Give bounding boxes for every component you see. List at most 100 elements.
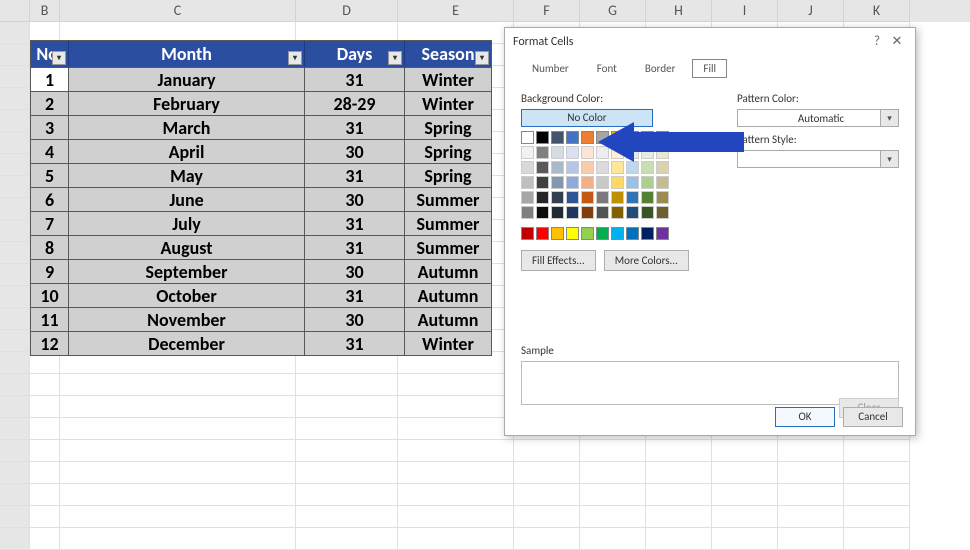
cell[interactable]	[712, 484, 778, 506]
table-cell[interactable]: February	[69, 91, 305, 115]
color-swatch[interactable]	[521, 191, 534, 204]
cell[interactable]	[712, 506, 778, 528]
table-cell[interactable]: 5	[31, 163, 69, 187]
color-swatch[interactable]	[581, 227, 594, 240]
color-swatch[interactable]	[611, 146, 624, 159]
color-swatch[interactable]	[581, 191, 594, 204]
cell[interactable]	[30, 462, 60, 484]
table-cell[interactable]: 31	[305, 163, 405, 187]
cell[interactable]	[580, 462, 646, 484]
table-cell[interactable]: Autumn	[405, 307, 491, 331]
color-swatch[interactable]	[611, 176, 624, 189]
column-header[interactable]: I	[712, 0, 778, 22]
color-swatch[interactable]	[596, 176, 609, 189]
cell[interactable]	[296, 374, 398, 396]
color-swatch[interactable]	[551, 131, 564, 144]
table-cell[interactable]: 10	[31, 283, 69, 307]
color-swatch[interactable]	[641, 146, 654, 159]
cell[interactable]	[60, 462, 296, 484]
cell[interactable]	[296, 440, 398, 462]
table-cell[interactable]: Winter	[405, 91, 491, 115]
color-swatch[interactable]	[536, 206, 549, 219]
color-swatch[interactable]	[536, 176, 549, 189]
color-swatch[interactable]	[566, 131, 579, 144]
color-swatch[interactable]	[536, 191, 549, 204]
cell[interactable]	[844, 440, 910, 462]
color-swatch[interactable]	[566, 227, 579, 240]
color-swatch[interactable]	[566, 161, 579, 174]
column-header[interactable]: E	[398, 0, 514, 22]
cell[interactable]	[60, 418, 296, 440]
column-header[interactable]: D	[296, 0, 398, 22]
column-header[interactable]: C	[60, 0, 296, 22]
cell[interactable]	[30, 528, 60, 550]
cell[interactable]	[60, 528, 296, 550]
table-cell[interactable]: January	[69, 67, 305, 91]
cell[interactable]	[296, 418, 398, 440]
filter-button[interactable]: ▾	[388, 51, 402, 65]
color-swatch[interactable]	[626, 146, 639, 159]
help-button[interactable]: ?	[867, 34, 887, 49]
color-swatch[interactable]	[581, 206, 594, 219]
cell[interactable]	[646, 506, 712, 528]
cell[interactable]	[398, 418, 514, 440]
table-cell[interactable]: Summer	[405, 187, 491, 211]
table-cell[interactable]: 30	[305, 307, 405, 331]
table-cell[interactable]: 31	[305, 67, 405, 91]
no-color-button[interactable]: No Color	[521, 109, 653, 127]
table-cell[interactable]: 28-29	[305, 91, 405, 115]
filter-button[interactable]: ▾	[475, 51, 489, 65]
color-swatch[interactable]	[521, 146, 534, 159]
table-cell[interactable]: 31	[305, 331, 405, 355]
color-swatch[interactable]	[536, 146, 549, 159]
table-cell[interactable]: 8	[31, 235, 69, 259]
cell[interactable]	[296, 506, 398, 528]
cell[interactable]	[296, 396, 398, 418]
column-header[interactable]: F	[514, 0, 580, 22]
table-cell[interactable]: May	[69, 163, 305, 187]
fill-effects-button[interactable]: Fill Effects...	[521, 250, 596, 271]
color-swatch[interactable]	[626, 206, 639, 219]
cell[interactable]	[646, 528, 712, 550]
cell[interactable]	[778, 462, 844, 484]
cell[interactable]	[398, 440, 514, 462]
color-swatch[interactable]	[611, 191, 624, 204]
cell[interactable]	[398, 528, 514, 550]
color-swatch[interactable]	[611, 227, 624, 240]
color-swatch[interactable]	[536, 161, 549, 174]
cell[interactable]	[844, 506, 910, 528]
table-cell[interactable]: 7	[31, 211, 69, 235]
cell[interactable]	[30, 506, 60, 528]
color-swatch[interactable]	[626, 131, 639, 144]
color-swatch[interactable]	[566, 176, 579, 189]
table-cell[interactable]: June	[69, 187, 305, 211]
cell[interactable]	[398, 506, 514, 528]
table-cell[interactable]: Summer	[405, 235, 491, 259]
color-swatch[interactable]	[581, 131, 594, 144]
color-swatch[interactable]	[641, 176, 654, 189]
cell[interactable]	[30, 440, 60, 462]
cell[interactable]	[30, 374, 60, 396]
cell[interactable]	[844, 462, 910, 484]
table-cell[interactable]: 31	[305, 211, 405, 235]
color-swatch[interactable]	[626, 176, 639, 189]
tab-font[interactable]: Font	[586, 59, 628, 78]
color-swatch[interactable]	[596, 161, 609, 174]
tab-border[interactable]: Border	[634, 59, 687, 78]
color-swatch[interactable]	[566, 191, 579, 204]
tab-number[interactable]: Number	[521, 59, 580, 78]
cell[interactable]	[580, 528, 646, 550]
color-swatch[interactable]	[581, 146, 594, 159]
cell[interactable]	[712, 462, 778, 484]
cell[interactable]	[580, 484, 646, 506]
color-swatch[interactable]	[551, 176, 564, 189]
column-header[interactable]: H	[646, 0, 712, 22]
table-cell[interactable]: 2	[31, 91, 69, 115]
cell[interactable]	[514, 484, 580, 506]
table-cell[interactable]: Autumn	[405, 259, 491, 283]
table-cell[interactable]: September	[69, 259, 305, 283]
color-swatch[interactable]	[566, 146, 579, 159]
color-swatch[interactable]	[656, 131, 669, 144]
color-swatch[interactable]	[521, 206, 534, 219]
color-swatch[interactable]	[551, 161, 564, 174]
